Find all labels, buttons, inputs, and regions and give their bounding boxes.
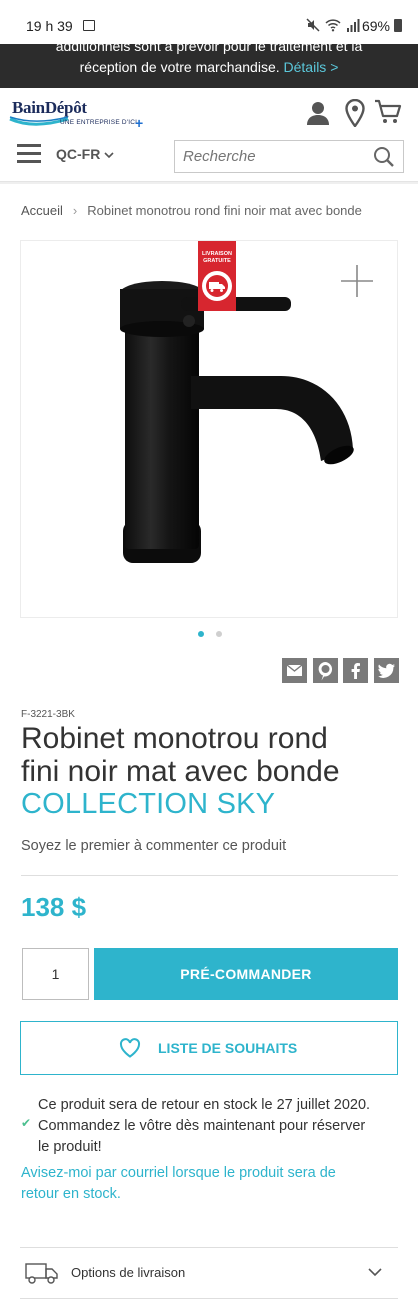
notify-line1: Avisez-moi par courriel lorsque le produ…: [21, 1165, 336, 1181]
language-label: QC-FR: [56, 146, 101, 162]
banner-text: réception de votre marchandise.: [79, 59, 280, 75]
logo-plus-icon: +: [135, 115, 144, 131]
gallery-dot[interactable]: [198, 631, 204, 637]
stock-line1: Ce produit sera de retour en stock le 27…: [38, 1097, 371, 1113]
delivery-options-label: Options de livraison: [71, 1265, 186, 1280]
product-title-line2: fini noir mat avec bonde: [21, 755, 340, 788]
menu-bar: [17, 160, 41, 163]
menu-bar: [17, 152, 41, 155]
stock-line2: Commandez le vôtre dès maintenant pour r…: [38, 1118, 366, 1134]
free-delivery-badge: LIVRAISON GRATUITE: [198, 241, 236, 311]
banner-line2: réception de votre marchandise. Détails …: [0, 59, 418, 75]
delivery-truck-icon: [202, 271, 232, 301]
status-time: 19 h 39: [26, 18, 73, 34]
facebook-share-icon[interactable]: [343, 658, 368, 683]
stock-notice: Ce produit sera de retour en stock le 27…: [38, 1095, 400, 1158]
breadcrumb-separator-icon: ›: [72, 203, 78, 218]
chevron-down-icon: [368, 1268, 382, 1277]
cart-icon[interactable]: [374, 98, 402, 126]
stock-line3: le produit!: [38, 1139, 102, 1155]
breadcrumb: Accueil › Robinet monotrou rond fini noir …: [21, 203, 362, 218]
site-header: BainDépôt UNE ENTREPRISE D'ICI + QC-FR: [0, 88, 418, 182]
delivery-options-accordion[interactable]: Options de livraison: [20, 1247, 398, 1299]
search-input[interactable]: [183, 141, 363, 172]
product-title-line1: Robinet monotrou rond: [21, 722, 328, 755]
wifi-icon: [325, 19, 341, 32]
logo-tagline: UNE ENTREPRISE D'ICI: [60, 119, 138, 126]
divider: [21, 875, 398, 876]
chevron-down-icon: [104, 152, 114, 159]
gallery-dot[interactable]: [216, 631, 222, 637]
review-link[interactable]: Soyez le premier à commenter ce produit: [21, 838, 286, 854]
status-bar: 19 h 39 69%: [0, 0, 418, 44]
email-share-icon[interactable]: [282, 658, 307, 683]
preorder-button[interactable]: PRÉ-COMMANDER: [94, 948, 398, 1000]
pinterest-share-icon[interactable]: [313, 658, 338, 683]
badge-line1: LIVRAISON: [202, 251, 232, 257]
gallery-notification-icon: [83, 20, 95, 31]
battery-percent: 69%: [361, 18, 390, 34]
product-sku: F-3221-3BK: [21, 709, 75, 720]
product-title: Robinet monotrou rond fini noir mat avec…: [21, 722, 411, 788]
signal-icon: [347, 19, 360, 32]
product-collection-link[interactable]: COLLECTION SKY: [21, 788, 275, 821]
menu-bar: [17, 144, 41, 147]
language-selector[interactable]: QC-FR: [56, 146, 114, 162]
site-logo[interactable]: BainDépôt UNE ENTREPRISE D'ICI +: [8, 96, 153, 136]
badge-line2: GRATUITE: [203, 258, 231, 264]
product-price: 138 $: [21, 892, 87, 922]
twitter-share-icon[interactable]: [374, 658, 399, 683]
quantity-input[interactable]: [22, 948, 89, 1000]
promo-banner: additionnels sont à prévoir pour le trai…: [0, 44, 418, 88]
heart-icon: [119, 1038, 141, 1058]
header-divider: [0, 182, 418, 184]
checkmark-icon: ✔: [21, 1116, 32, 1130]
account-icon[interactable]: [306, 100, 330, 126]
search-icon[interactable]: [373, 146, 395, 168]
battery-icon: [394, 19, 402, 32]
product-image-gallery[interactable]: LIVRAISON GRATUITE: [20, 240, 398, 618]
banner-details-link[interactable]: Détails >: [284, 59, 339, 75]
search-box: [174, 140, 404, 173]
menu-button[interactable]: [17, 144, 41, 164]
banner-line1: additionnels sont à prévoir pour le trai…: [55, 44, 363, 54]
status-icons: [306, 18, 360, 32]
notify-me-link[interactable]: Avisez-moi par courriel lorsque le produ…: [21, 1163, 391, 1205]
breadcrumb-current: Robinet monotrou rond fini noir mat avec…: [87, 203, 362, 218]
breadcrumb-home[interactable]: Accueil: [21, 203, 63, 218]
delivery-truck-icon: [25, 1263, 58, 1284]
mute-icon: [306, 18, 320, 32]
wishlist-label: LISTE DE SOUHAITS: [158, 1040, 298, 1056]
notify-line2: retour en stock.: [21, 1186, 121, 1202]
wishlist-button[interactable]: LISTE DE SOUHAITS: [20, 1021, 398, 1075]
store-locator-icon[interactable]: [345, 99, 365, 127]
